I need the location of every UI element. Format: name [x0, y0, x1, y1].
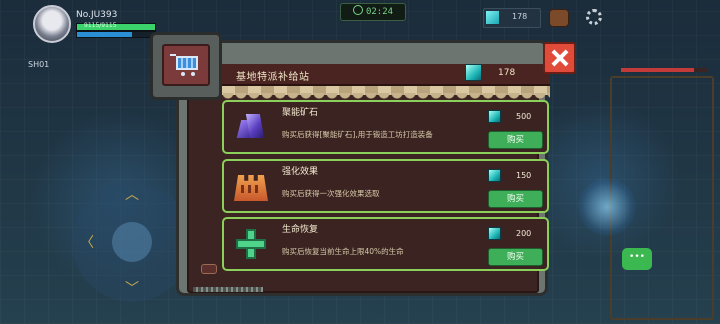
item-description: 购买后获得一次强化效果选取 [282, 189, 380, 198]
shop-title: 基地特派补给站 [236, 72, 310, 83]
currency-amount: 178 [512, 12, 528, 21]
gem-icon [488, 227, 501, 240]
item-description: 购买后恢复当前生命上限40%的生命 [282, 247, 404, 256]
arrow-up-icon: ︿ [125, 187, 139, 203]
portal-glow [578, 178, 636, 236]
virtual-joystick[interactable]: ︿ 〈 ﹀ [72, 182, 192, 302]
shop-cart-badge-inner [162, 44, 210, 86]
shop-awning-trim [222, 93, 550, 99]
arrow-down-icon: ﹀ [125, 281, 139, 297]
energy-bar [76, 31, 156, 38]
buy-button[interactable]: 购买 [488, 190, 543, 208]
player-avatar[interactable] [33, 5, 71, 43]
shop-cart-badge [150, 32, 222, 100]
green-cross-icon [232, 227, 268, 261]
purple-crystal-icon [232, 110, 268, 144]
shop-item-row: 强化效果 购买后获得一次强化效果选取 150 购买 [222, 159, 549, 213]
panel-tag-icon [201, 264, 217, 274]
gem-icon [488, 169, 501, 182]
bag-icon[interactable] [549, 9, 569, 27]
item-name: 强化效果 [282, 167, 319, 177]
buy-button[interactable]: 购买 [488, 248, 543, 266]
shop-item-row: 生命恢复 购买后恢复当前生命上限40%的生命 200 购买 [222, 217, 549, 271]
currency-chip: 178 [483, 8, 541, 28]
enemy-hp-bar [621, 68, 707, 72]
item-price: 200 [516, 229, 532, 238]
clock-icon [352, 5, 363, 15]
match-timer: 02:24 [340, 3, 406, 21]
item-name: 生命恢复 [282, 225, 319, 235]
crystal-shape [235, 112, 265, 142]
shop-currency-amount: 178 [498, 68, 516, 78]
arrow-left-icon: 〈 [80, 235, 94, 251]
shopping-cart-icon [176, 56, 198, 76]
panel-vent [193, 287, 263, 292]
enemy-hp-fill [621, 68, 695, 72]
gear-icon[interactable] [586, 9, 602, 25]
timer-text: 02:24 [365, 7, 394, 17]
item-name: 聚能矿石 [282, 108, 319, 118]
shop-item-row: 聚能矿石 购买后获得[聚能矿石],用于锻造工坊打造装备 500 购买 [222, 100, 549, 154]
buy-button[interactable]: 购买 [488, 131, 543, 149]
close-button[interactable] [543, 42, 576, 74]
item-price: 150 [516, 171, 532, 180]
side-label: SH01 [28, 60, 50, 69]
joystick-knob[interactable] [112, 222, 152, 262]
energy-bar-fill [77, 32, 132, 37]
item-description: 购买后获得[聚能矿石],用于锻造工坊打造装备 [282, 130, 433, 139]
gem-icon [488, 110, 501, 123]
hp-text: 9115/9115 [84, 22, 117, 29]
item-price: 500 [516, 112, 532, 121]
chat-icon[interactable]: ••• [622, 248, 652, 270]
cross-shape [236, 229, 266, 259]
gem-icon [486, 11, 499, 24]
player-id: No.JU393 [76, 10, 118, 20]
gem-icon [465, 64, 482, 81]
orange-tower-icon [232, 169, 268, 203]
tower-windows [241, 185, 261, 193]
